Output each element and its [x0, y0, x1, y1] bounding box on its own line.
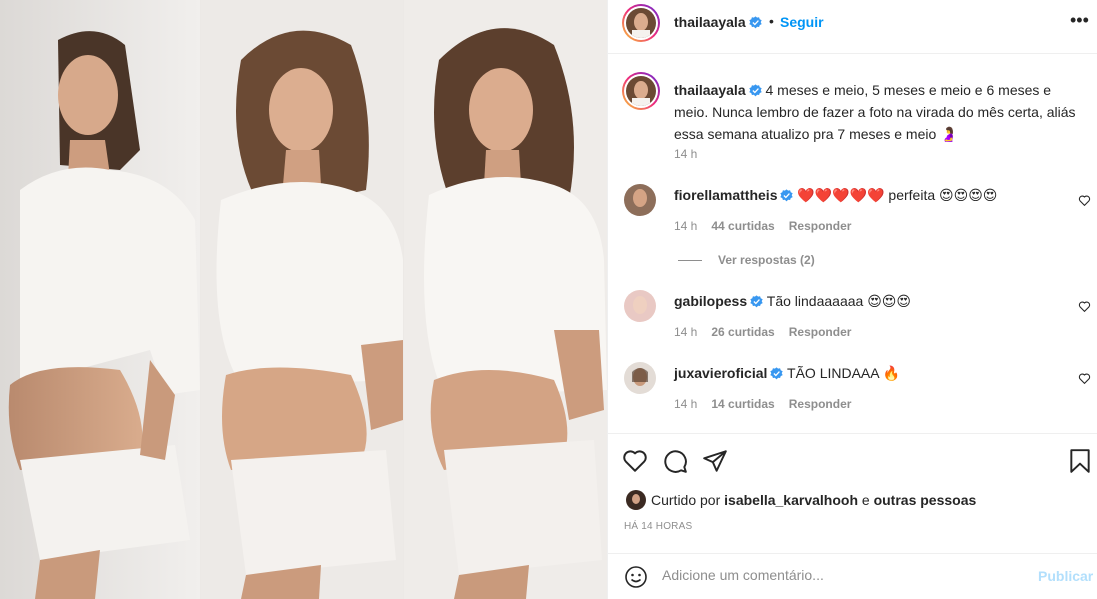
- caption-username[interactable]: thailaayala: [674, 82, 746, 98]
- comment-like-heart-icon[interactable]: [1078, 300, 1091, 313]
- comment-meta: 14 h 44 curtidas Responder: [674, 219, 865, 233]
- caption-meta: 14 h: [674, 147, 711, 161]
- post-photo[interactable]: [0, 0, 607, 599]
- comment-time[interactable]: 14 h: [674, 397, 697, 411]
- comment-likes[interactable]: 44 curtidas: [711, 219, 774, 233]
- post-sidebar: thailaayala • Seguir ••• thailaayala 4 m…: [607, 0, 1097, 599]
- caption-time[interactable]: 14 h: [674, 147, 697, 161]
- verified-badge-icon: [770, 367, 784, 380]
- post-header: thailaayala • Seguir •••: [608, 0, 1097, 47]
- liker-avatar[interactable]: [626, 490, 646, 510]
- more-options-icon[interactable]: •••: [1070, 10, 1089, 31]
- post-timestamp[interactable]: HÁ 14 HORAS: [624, 521, 692, 532]
- comment: gabilopess Tão lindaaaaaa 😍😍😍: [674, 292, 1054, 310]
- comment-username[interactable]: fiorellamattheis: [674, 187, 777, 203]
- add-comment-bar: Adicione um comentário... Publicar: [608, 553, 1097, 599]
- post-caption: thailaayala 4 meses e meio, 5 meses e me…: [674, 79, 1084, 145]
- photo-panel-2: [201, 0, 403, 599]
- comment-meta: 14 h 26 curtidas Responder: [674, 325, 865, 339]
- reply-button[interactable]: Responder: [789, 219, 852, 233]
- comment-time[interactable]: 14 h: [674, 219, 697, 233]
- comment: juxavieroficial TÃO LINDAAA 🔥: [674, 364, 1054, 382]
- photo-panel-1: [0, 0, 200, 599]
- comment-likes[interactable]: 14 curtidas: [711, 397, 774, 411]
- commenter-avatar[interactable]: [624, 290, 656, 322]
- post-actions: [608, 446, 1097, 476]
- reply-button[interactable]: Responder: [789, 325, 852, 339]
- comment-username[interactable]: gabilopess: [674, 293, 747, 309]
- replies-line: [678, 260, 702, 261]
- verified-badge-icon: [748, 84, 762, 97]
- comment-text: ❤️❤️❤️❤️❤️ perfeita 😍😍😍😍: [797, 187, 998, 203]
- comment-meta: 14 h 14 curtidas Responder: [674, 397, 865, 411]
- comment-input[interactable]: Adicione um comentário...: [662, 567, 824, 583]
- share-send-icon[interactable]: [702, 448, 728, 474]
- author-username[interactable]: thailaayala: [674, 14, 762, 30]
- verified-badge-icon: [750, 295, 763, 308]
- comment-username[interactable]: juxavieroficial: [674, 365, 767, 381]
- follow-button[interactable]: Seguir: [780, 14, 824, 30]
- comment-time[interactable]: 14 h: [674, 325, 697, 339]
- commenter-avatar[interactable]: [624, 362, 656, 394]
- author-avatar[interactable]: [622, 4, 660, 42]
- emoji-smile-icon[interactable]: [624, 565, 648, 589]
- commenter-avatar[interactable]: [624, 184, 656, 216]
- comment-text: Tão lindaaaaaa 😍😍😍: [766, 293, 911, 309]
- comment-like-heart-icon[interactable]: [1078, 372, 1091, 385]
- comment-likes[interactable]: 26 curtidas: [711, 325, 774, 339]
- like-heart-icon[interactable]: [622, 448, 648, 474]
- verified-badge-icon: [748, 16, 762, 29]
- photo-panel-3: [404, 0, 607, 599]
- view-replies-button[interactable]: Ver respostas (2): [678, 253, 815, 267]
- caption-avatar[interactable]: [622, 72, 660, 110]
- others-link[interactable]: outras pessoas: [874, 492, 977, 508]
- liked-by-text: Curtido por isabella_karvalhooh e outras…: [651, 492, 977, 508]
- separator-dot: •: [769, 13, 774, 29]
- comment: fiorellamattheis ❤️❤️❤️❤️❤️ perfeita 😍😍😍…: [674, 186, 1054, 204]
- publish-button[interactable]: Publicar: [1038, 568, 1093, 584]
- comment-like-heart-icon[interactable]: [1078, 194, 1091, 207]
- reply-button[interactable]: Responder: [789, 397, 852, 411]
- comment-text: TÃO LINDAAA 🔥: [787, 365, 901, 381]
- verified-badge-icon: [780, 189, 794, 202]
- save-bookmark-icon[interactable]: [1067, 448, 1093, 474]
- liker-username[interactable]: isabella_karvalhooh: [724, 492, 858, 508]
- actions-divider: [608, 433, 1097, 434]
- comment-bubble-icon[interactable]: [662, 448, 688, 474]
- header-divider: [608, 53, 1097, 54]
